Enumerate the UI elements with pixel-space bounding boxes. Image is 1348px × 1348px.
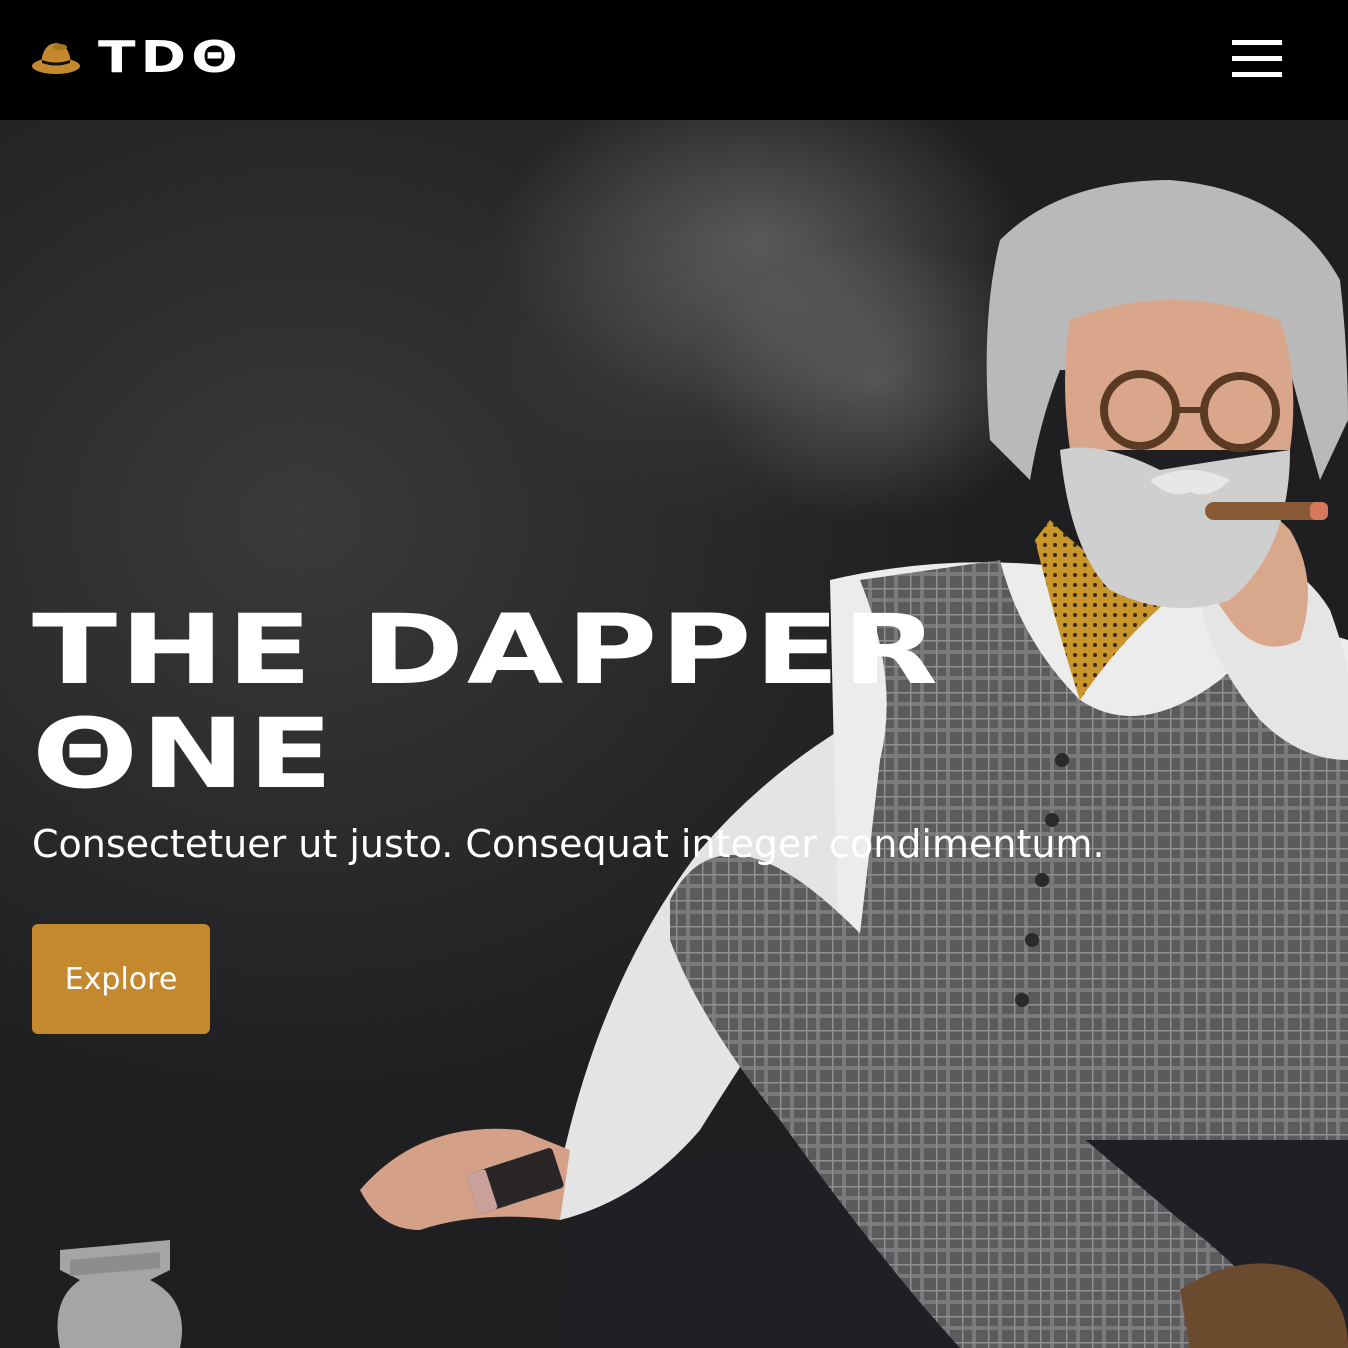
hero-subtitle: Consectetuer ut justo. Consequat integer… (32, 822, 1105, 866)
hero-title-line2: ΘNE (32, 698, 336, 810)
hamburger-menu-icon[interactable] (1226, 34, 1288, 84)
logo-text: TDΘ (98, 32, 243, 83)
site-header: TDΘ (0, 0, 1348, 120)
explore-button[interactable]: Explore (32, 924, 210, 1034)
hat-icon (32, 43, 80, 74)
hero-section: THE DAPPER ΘNE Consectetuer ut justo. Co… (0, 120, 1348, 1348)
hero-title: THE DAPPER ΘNE (32, 598, 1348, 806)
hero-content: THE DAPPER ΘNE Consectetuer ut justo. Co… (32, 598, 1105, 1034)
logo-link[interactable]: TDΘ (30, 34, 250, 84)
page: TDΘ THE DAPPER ΘNE Consectetuer ut justo… (0, 0, 1348, 1348)
hero-title-line1: THE DAPPER (32, 594, 941, 706)
